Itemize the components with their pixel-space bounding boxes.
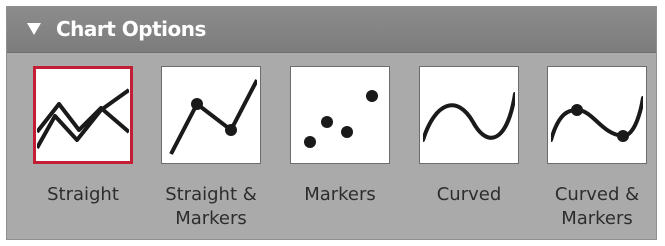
option-label-straight: Straight	[47, 184, 119, 205]
option-label-markers: Markers	[304, 184, 376, 205]
option-label-curved: Curved	[436, 184, 502, 205]
curved-line-markers-icon	[551, 96, 643, 142]
markers-icon	[304, 90, 378, 148]
option-label-curved-markers: Curved & Markers	[554, 184, 640, 229]
panel-header[interactable]: Chart Options	[7, 7, 656, 53]
panel-title: Chart Options	[56, 17, 206, 41]
straight-lines-markers-icon	[169, 79, 257, 155]
thumbnail-curved-markers[interactable]	[547, 66, 647, 164]
chart-options-panel: Chart Options Straight Straight & Marker…	[6, 6, 657, 240]
option-label-straight-markers: Straight & Markers	[165, 184, 257, 229]
collapse-triangle-icon[interactable]	[27, 23, 41, 35]
straight-lines-icon	[37, 88, 129, 149]
thumbnail-curved[interactable]	[419, 66, 519, 164]
thumbnail-straight-markers[interactable]	[161, 66, 261, 164]
curved-line-icon	[423, 92, 515, 142]
thumbnail-straight[interactable]	[33, 66, 133, 164]
thumbnail-markers[interactable]	[290, 66, 390, 164]
